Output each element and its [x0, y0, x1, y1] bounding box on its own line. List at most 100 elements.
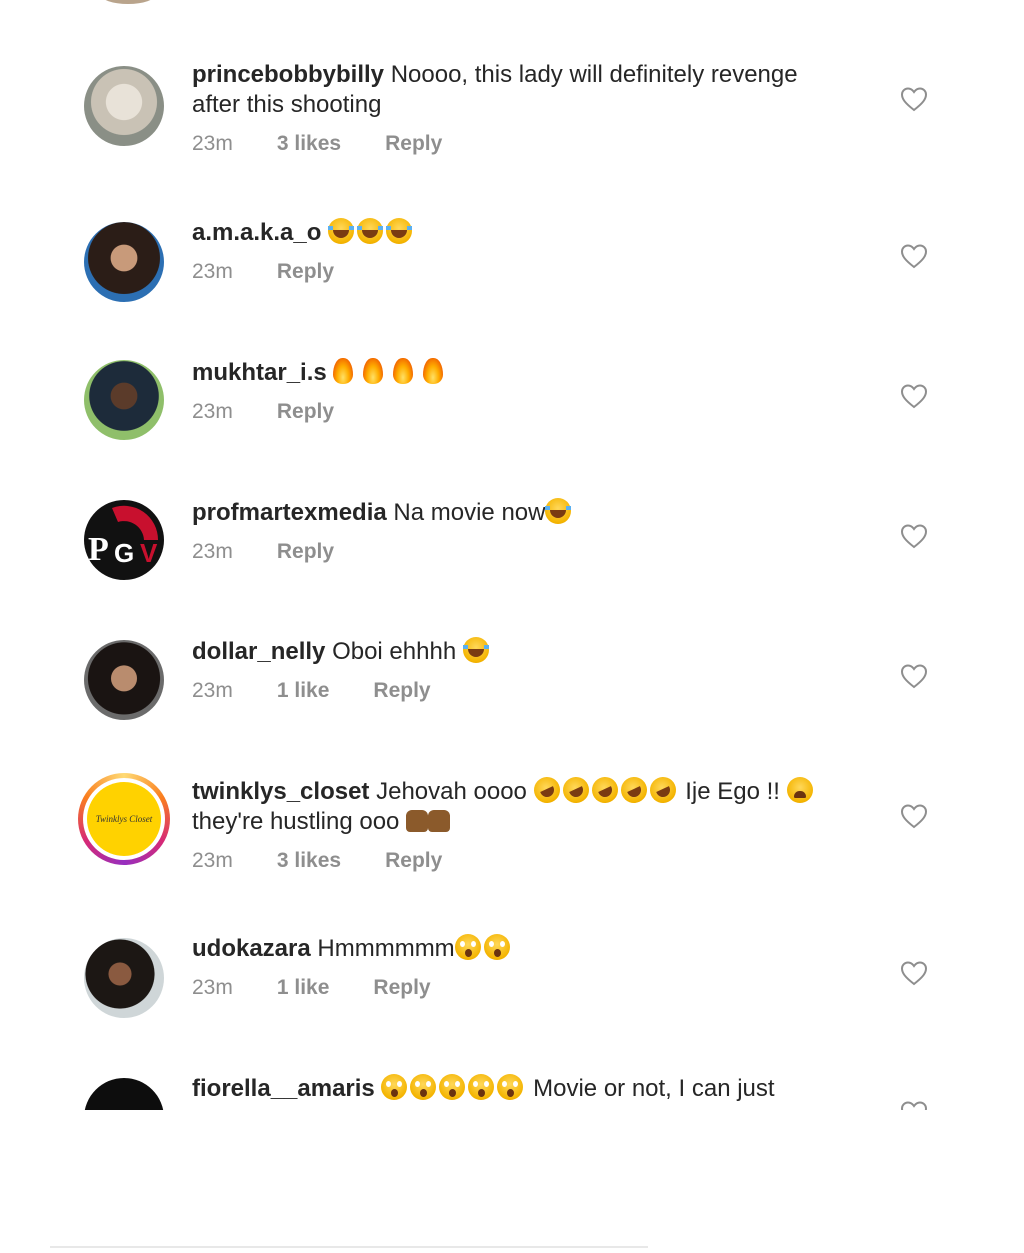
comment-body: fiorella__amaris Movie or not, I can jus… — [192, 1074, 872, 1104]
fire-emoji-icon — [333, 358, 354, 384]
comment-message: Na movie now — [393, 499, 546, 526]
comment-meta: 23m 3 likes Reply — [192, 846, 872, 876]
fire-emoji-icon — [423, 358, 444, 384]
fire-emoji-icon — [363, 358, 384, 384]
username[interactable]: mukhtar_i.s — [192, 359, 327, 386]
rofl-emoji-icon — [616, 772, 651, 808]
comment-message: Oboi ehhhh — [332, 638, 457, 665]
heart-outline-icon[interactable] — [899, 801, 929, 831]
comment-message-line2: they're hustling ooo — [192, 808, 400, 835]
comment-message-line2: after this shooting — [192, 91, 382, 118]
heart-outline-icon[interactable] — [899, 521, 929, 551]
timestamp: 23m — [192, 679, 233, 702]
comment-text: princebobbybilly Noooo, this lady will d… — [192, 60, 872, 120]
comment-meta: 23m Reply — [192, 397, 872, 427]
avatar-ring-gap: Twinklys Closet — [83, 778, 165, 860]
rofl-emoji-icon — [558, 772, 593, 808]
astonished-emoji-icon — [454, 934, 481, 960]
heart-outline-icon[interactable] — [899, 381, 929, 411]
rofl-emoji-icon — [529, 772, 564, 808]
reply-button[interactable]: Reply — [277, 257, 334, 287]
laughing-emoji-icon — [462, 637, 489, 663]
comment-text: dollar_nelly Oboi ehhhh — [192, 637, 872, 667]
reply-button[interactable]: Reply — [373, 973, 430, 1003]
heart-outline-icon[interactable] — [899, 661, 929, 691]
comment-text: udokazara Hmmmmmm — [192, 934, 872, 964]
avatar[interactable] — [84, 360, 164, 440]
username[interactable]: fiorella__amaris — [192, 1075, 375, 1102]
comment-body: mukhtar_i.s 23m Reply — [192, 358, 872, 427]
comment-body: princebobbybilly Noooo, this lady will d… — [192, 60, 872, 159]
avatar[interactable] — [84, 640, 164, 720]
comment-message: Jehovah oooo — [376, 778, 527, 805]
comment-message: Noooo, this lady will definitely revenge — [390, 61, 798, 88]
comment-text: profmartexmedia Na movie now — [192, 498, 872, 528]
avatar: Twinklys Closet — [87, 782, 161, 856]
comment-message: Hmmmmmm — [317, 935, 455, 962]
timestamp: 23m — [192, 400, 233, 423]
reply-button[interactable]: Reply — [385, 846, 442, 876]
rofl-emoji-icon — [645, 772, 680, 808]
comment-body: udokazara Hmmmmmm 23m 1 like Reply — [192, 934, 872, 1003]
comment-meta: 23m 1 like Reply — [192, 676, 872, 706]
comment-body: twinklys_closet Jehovah oooo Ije Ego !! … — [192, 772, 872, 876]
comment-meta: 23m Reply — [192, 537, 872, 567]
avatar[interactable]: P G V — [84, 500, 164, 580]
username[interactable]: udokazara — [192, 935, 311, 962]
username[interactable]: a.m.a.k.a_o — [192, 219, 321, 246]
avatar[interactable] — [84, 1078, 164, 1110]
avatar-story-ring[interactable]: Twinklys Closet — [78, 773, 170, 865]
laughing-emoji-icon — [386, 218, 413, 244]
comment-text: mukhtar_i.s — [192, 358, 872, 388]
timestamp: 23m — [192, 132, 233, 155]
svg-text:V: V — [140, 538, 158, 568]
comment-meta: 23m Reply — [192, 257, 872, 287]
fire-emoji-icon — [393, 358, 414, 384]
timestamp: 23m — [192, 540, 233, 563]
avatar[interactable] — [84, 938, 164, 1018]
reply-button[interactable]: Reply — [373, 676, 430, 706]
astonished-emoji-icon — [497, 1074, 524, 1100]
heart-outline-icon[interactable] — [899, 84, 929, 114]
comment-body: dollar_nelly Oboi ehhhh 23m 1 like Reply — [192, 637, 872, 706]
heart-outline-icon[interactable] — [899, 1098, 929, 1110]
comment-body: profmartexmedia Na movie now 23m Reply — [192, 498, 872, 567]
timestamp: 23m — [192, 976, 233, 999]
username[interactable]: twinklys_closet — [192, 778, 369, 805]
username[interactable]: profmartexmedia — [192, 499, 387, 526]
username[interactable]: dollar_nelly — [192, 638, 325, 665]
comment-text: fiorella__amaris Movie or not, I can jus… — [192, 1074, 872, 1104]
comment-text: twinklys_closet Jehovah oooo Ije Ego !! … — [192, 772, 872, 837]
reply-button[interactable]: Reply — [385, 129, 442, 159]
comment-message-cont: Ije Ego !! — [685, 778, 780, 805]
svg-text:G: G — [114, 538, 134, 568]
avatar[interactable] — [84, 66, 164, 146]
comment-meta: 23m 1 like Reply — [192, 973, 872, 1003]
rofl-emoji-icon — [587, 772, 622, 808]
raised-hands-emoji-icon — [428, 810, 451, 832]
avatar[interactable] — [84, 222, 164, 302]
astonished-emoji-icon — [468, 1074, 495, 1100]
comment-list: princebobbybilly Noooo, this lady will d… — [0, 0, 1024, 1110]
astonished-emoji-icon — [483, 934, 510, 960]
reply-button[interactable]: Reply — [277, 397, 334, 427]
comment-meta: 23m 3 likes Reply — [192, 129, 872, 159]
laughing-emoji-icon — [357, 218, 384, 244]
heart-outline-icon[interactable] — [899, 241, 929, 271]
reply-button[interactable]: Reply — [277, 537, 334, 567]
comment-message: Movie or not, I can just — [533, 1075, 775, 1102]
svg-text:P: P — [88, 531, 109, 568]
comment-body: a.m.a.k.a_o 23m Reply — [192, 218, 872, 287]
laughing-emoji-icon — [328, 218, 355, 244]
likes-count[interactable]: 1 like — [277, 973, 330, 1003]
likes-count[interactable]: 3 likes — [277, 129, 341, 159]
heart-outline-icon[interactable] — [899, 958, 929, 988]
timestamp: 23m — [192, 849, 233, 872]
username[interactable]: princebobbybilly — [192, 61, 384, 88]
timestamp: 23m — [192, 260, 233, 283]
likes-count[interactable]: 3 likes — [277, 846, 341, 876]
astonished-emoji-icon — [439, 1074, 466, 1100]
divider — [50, 1246, 648, 1248]
likes-count[interactable]: 1 like — [277, 676, 330, 706]
laughing-emoji-icon — [545, 498, 572, 524]
